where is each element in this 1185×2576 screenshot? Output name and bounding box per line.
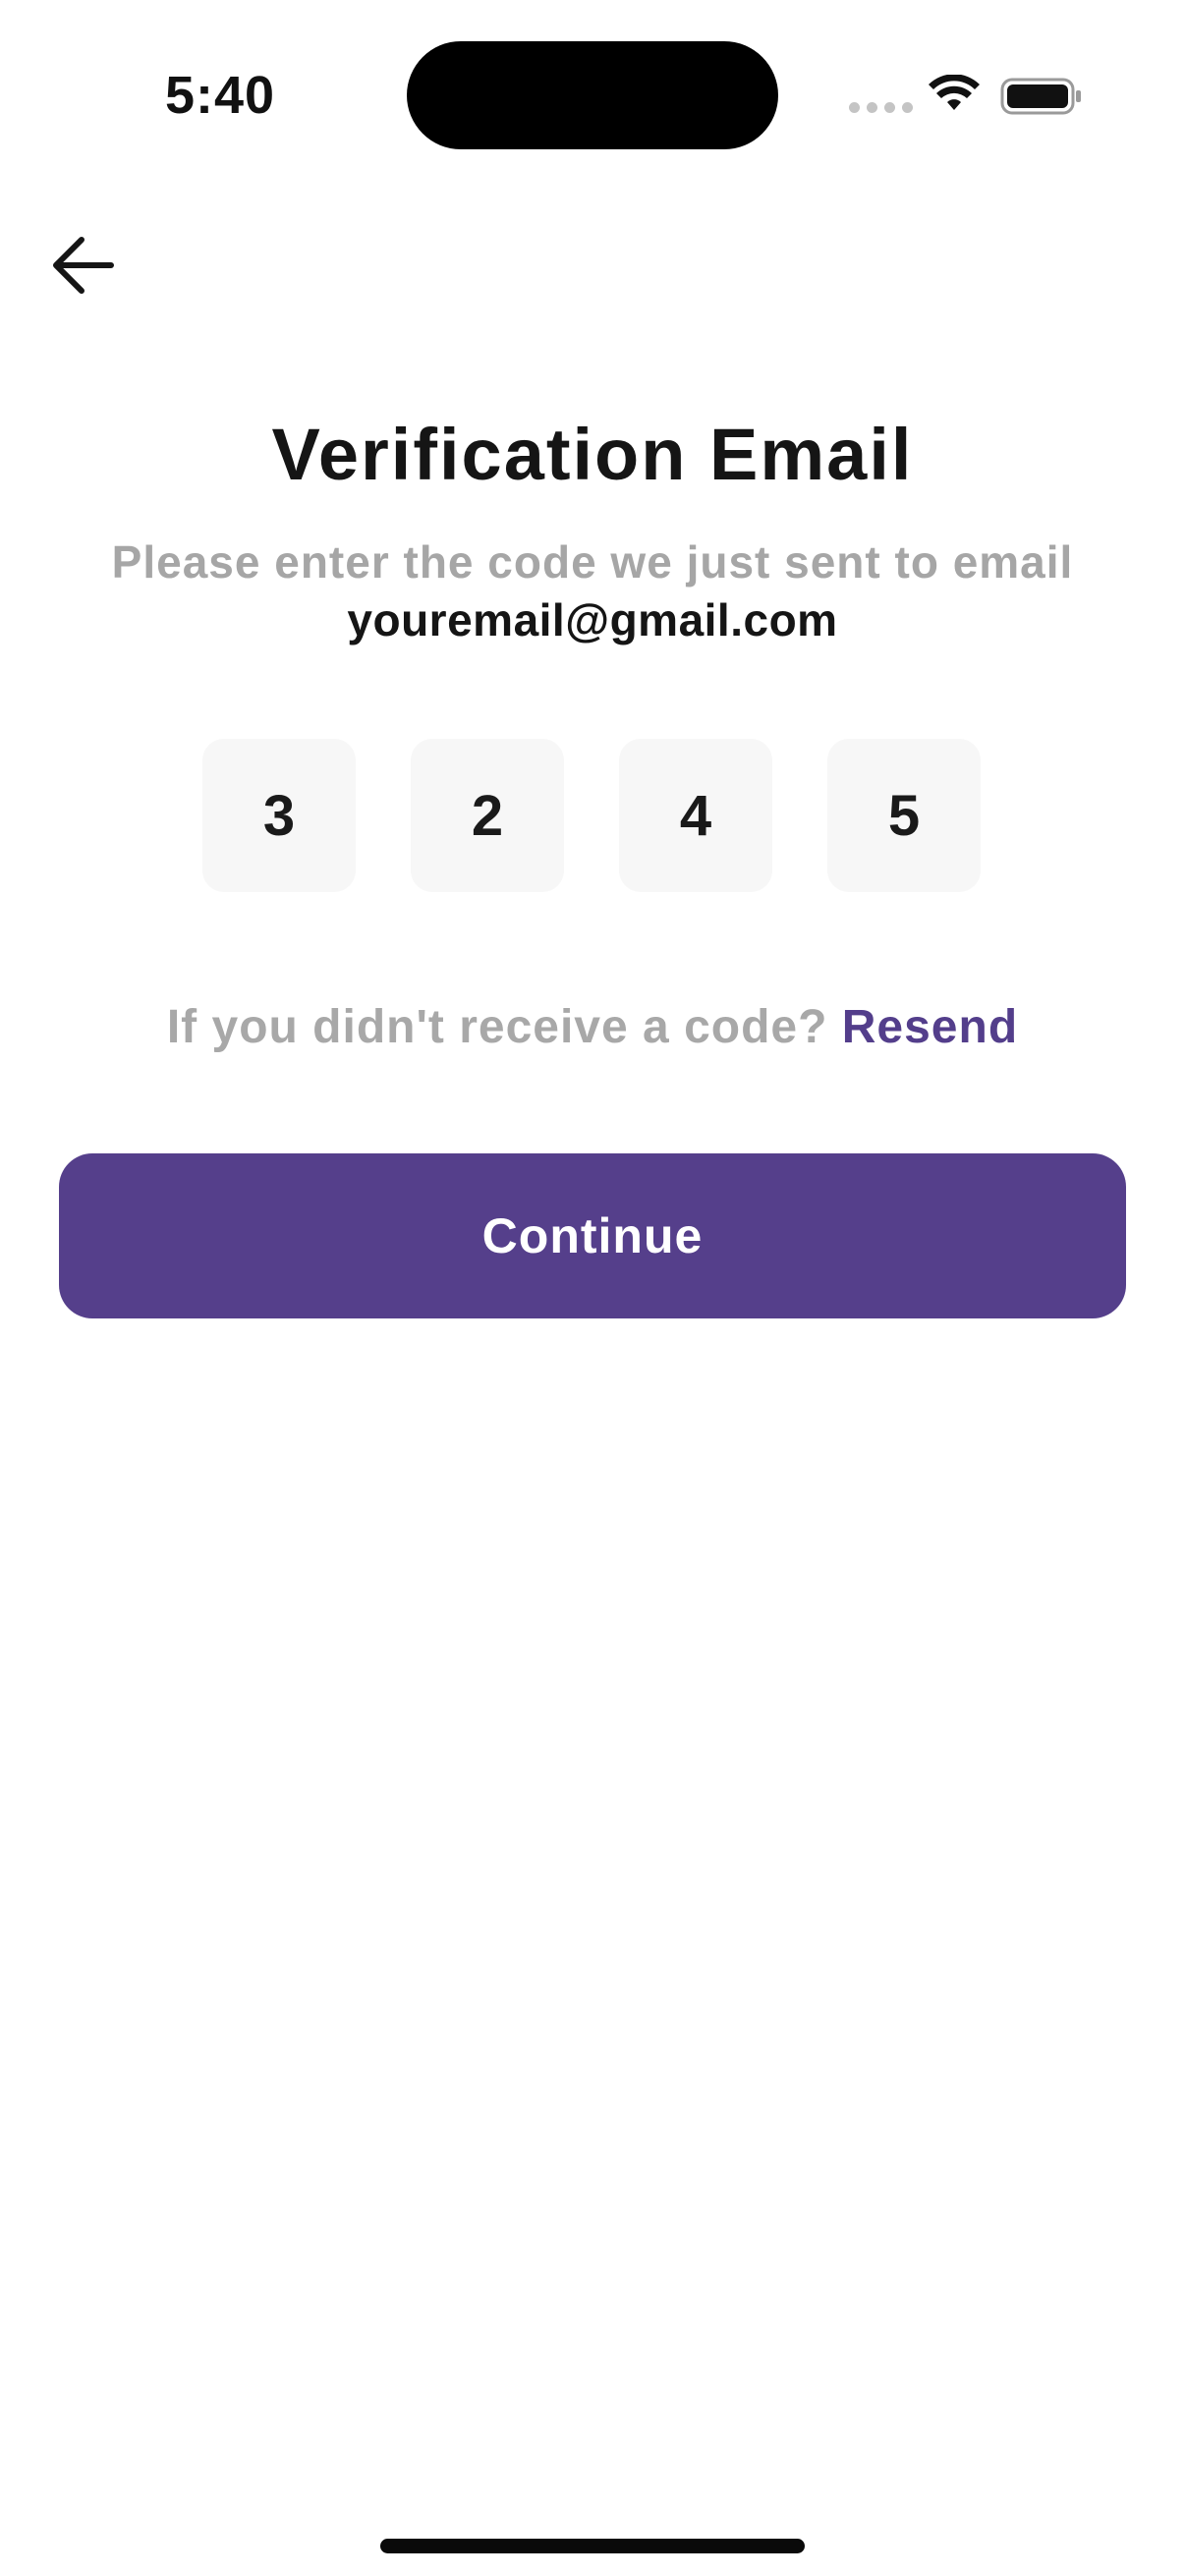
otp-digit-4[interactable]: 5	[827, 739, 981, 892]
resend-line: If you didn't receive a code? Resend	[0, 1000, 1185, 1054]
otp-input-group: 3 2 4 5	[202, 739, 981, 892]
dynamic-island	[407, 41, 778, 149]
continue-button[interactable]: Continue	[59, 1153, 1126, 1318]
home-indicator[interactable]	[380, 2539, 805, 2553]
instruction-text: Please enter the code we just sent to em…	[111, 536, 1074, 588]
email-address: youremail@gmail.com	[347, 594, 838, 645]
arrow-left-icon	[53, 237, 114, 294]
verification-screen: 5:40 Verification Email Please enter the…	[0, 0, 1185, 2576]
battery-icon	[1000, 78, 1081, 115]
wifi-icon	[929, 75, 980, 110]
otp-digit-3[interactable]: 4	[619, 739, 772, 892]
resend-prompt: If you didn't receive a code?	[166, 1001, 842, 1053]
back-button[interactable]	[45, 228, 120, 303]
status-time: 5:40	[165, 66, 276, 125]
page-title: Verification Email	[271, 414, 914, 495]
cellular-dots-icon	[849, 102, 913, 113]
otp-digit-1[interactable]: 3	[202, 739, 356, 892]
resend-link[interactable]: Resend	[842, 1001, 1018, 1053]
otp-digit-2[interactable]: 2	[411, 739, 564, 892]
